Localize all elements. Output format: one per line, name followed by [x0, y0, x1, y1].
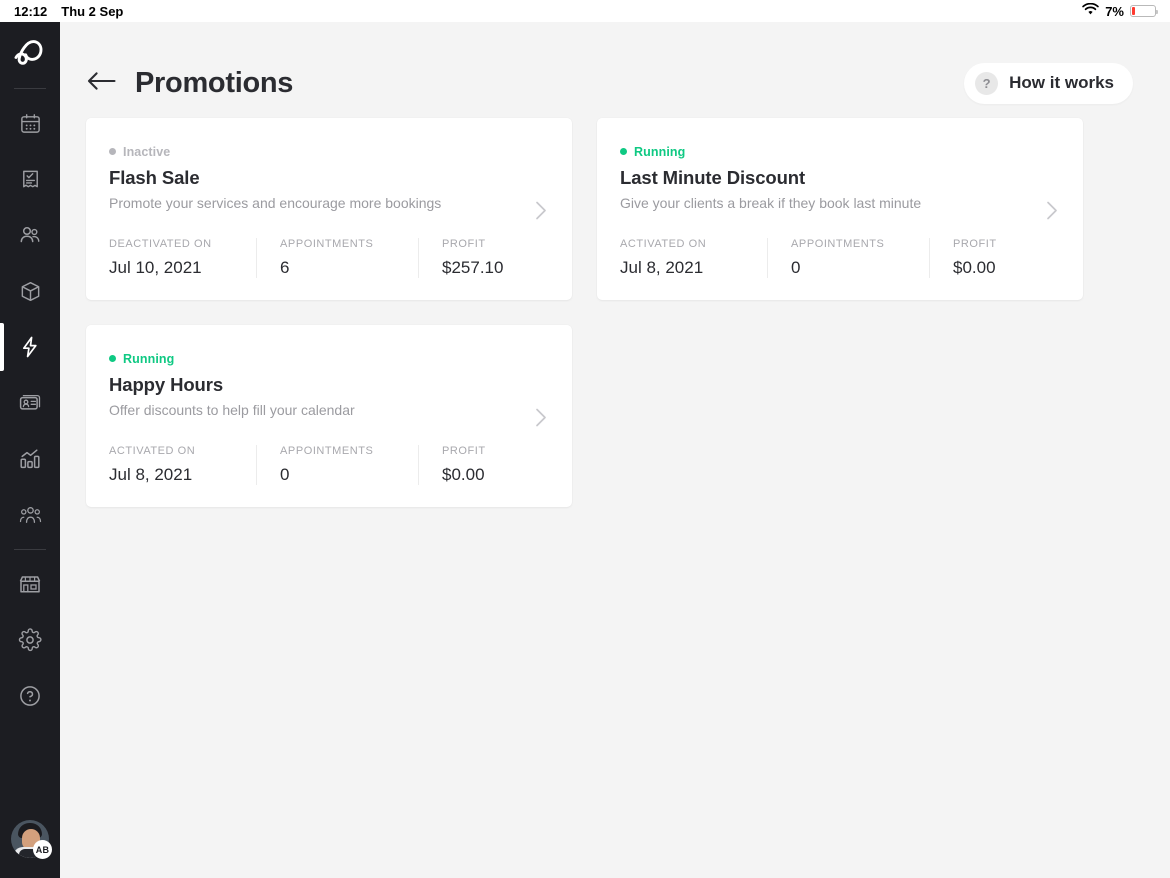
sidebar-divider-top: [14, 88, 46, 89]
stat-item: PROFIT $0.00: [929, 238, 1060, 278]
stat-label: ACTIVATED ON: [109, 445, 196, 457]
chevron-right-icon[interactable]: [1046, 201, 1058, 226]
status-dot-icon: [620, 148, 627, 155]
promotion-card[interactable]: Running Last Minute Discount Give your c…: [597, 118, 1083, 300]
stat-label: PROFIT: [442, 445, 486, 457]
stat-label: APPOINTMENTS: [791, 238, 885, 250]
wifi-icon: [1082, 2, 1099, 19]
page-header-left: Promotions: [87, 67, 293, 100]
package-icon: [19, 280, 42, 303]
status-label: Inactive: [123, 144, 171, 159]
user-avatar[interactable]: AB: [11, 820, 52, 859]
status-dot-icon: [109, 355, 116, 362]
promotion-title: Flash Sale: [109, 167, 200, 188]
status-date: Thu 2 Sep: [61, 3, 124, 19]
stat-label: APPOINTMENTS: [280, 238, 374, 250]
stat-value: 0: [280, 465, 290, 484]
status-label: Running: [123, 351, 175, 366]
stat-value: 6: [280, 258, 290, 277]
promotion-title: Happy Hours: [109, 374, 224, 395]
stat-item: PROFIT $0.00: [418, 445, 549, 485]
stat-item: PROFIT $257.10: [418, 238, 549, 278]
battery-percent: 7%: [1105, 3, 1124, 19]
status-time: 12:12: [14, 3, 48, 19]
sidebar-item-staff[interactable]: [0, 487, 60, 543]
avatar-initials-badge: AB: [33, 840, 52, 859]
staff-group-icon: [18, 503, 43, 527]
status-badge: Inactive: [109, 144, 549, 159]
sidebar-item-clients[interactable]: [0, 207, 60, 263]
how-it-works-button[interactable]: ? How it works: [964, 62, 1133, 104]
promotion-title: Last Minute Discount: [620, 167, 806, 188]
stat-value: Jul 8, 2021: [109, 465, 193, 484]
promotion-card[interactable]: Inactive Flash Sale Promote your service…: [86, 118, 572, 300]
main-content: Promotions ? How it works Inactive Flash…: [60, 22, 1170, 878]
calendar-icon: [19, 112, 42, 135]
sidebar-item-business[interactable]: [0, 556, 60, 612]
question-mark-icon: ?: [975, 71, 999, 95]
booksy-logo[interactable]: [0, 24, 60, 82]
status-badge: Running: [620, 144, 1060, 159]
stat-value: $0.00: [953, 258, 996, 277]
status-badge: Running: [109, 351, 549, 366]
sidebar: AB: [0, 22, 60, 878]
promotion-stats: ACTIVATED ON Jul 8, 2021 APPOINTMENTS 0 …: [620, 238, 1060, 278]
stat-value: $0.00: [442, 465, 485, 484]
status-dot-icon: [109, 148, 116, 155]
sidebar-item-checkout[interactable]: [0, 151, 60, 207]
status-bar: 12:12 Thu 2 Sep 7%: [0, 0, 1170, 22]
stat-value: Jul 10, 2021: [109, 258, 202, 277]
stat-item: APPOINTMENTS 0: [256, 445, 418, 485]
stat-item: APPOINTMENTS 0: [767, 238, 929, 278]
gear-icon: [18, 628, 42, 652]
status-bar-left: 12:12 Thu 2 Sep: [14, 4, 123, 19]
sidebar-item-promotions[interactable]: [0, 319, 60, 375]
page-title: Promotions: [135, 66, 294, 99]
stat-item: ACTIVATED ON Jul 8, 2021: [109, 445, 256, 485]
sidebar-divider-bottom: [14, 549, 46, 550]
promotion-description: Promote your services and encourage more…: [109, 195, 442, 211]
status-label: Running: [634, 144, 686, 159]
sidebar-item-marketing[interactable]: [0, 375, 60, 431]
app-root: 12:12 Thu 2 Sep 7% AB Promotions ? How i…: [0, 0, 1170, 878]
stat-item: DEACTIVATED ON Jul 10, 2021: [109, 238, 256, 278]
stat-label: DEACTIVATED ON: [109, 238, 212, 250]
storefront-icon: [18, 572, 42, 596]
question-circle-icon: [18, 684, 42, 708]
sidebar-item-statistics[interactable]: [0, 431, 60, 487]
sidebar-item-inventory[interactable]: [0, 263, 60, 319]
promotion-card[interactable]: Running Happy Hours Offer discounts to h…: [86, 325, 572, 507]
stat-value: $257.10: [442, 258, 504, 277]
stat-label: APPOINTMENTS: [280, 445, 374, 457]
promotion-description: Give your clients a break if they book l…: [620, 195, 922, 211]
lightning-bolt-icon: [18, 335, 42, 359]
stat-label: PROFIT: [953, 238, 997, 250]
back-arrow-icon[interactable]: [87, 71, 116, 96]
chevron-right-icon[interactable]: [535, 408, 547, 433]
stat-item: APPOINTMENTS 6: [256, 238, 418, 278]
promotion-stats: DEACTIVATED ON Jul 10, 2021 APPOINTMENTS…: [109, 238, 549, 278]
battery-fill: [1132, 7, 1136, 15]
sidebar-item-settings[interactable]: [0, 612, 60, 668]
stat-label: PROFIT: [442, 238, 486, 250]
bar-chart-icon: [18, 447, 42, 471]
chevron-right-icon[interactable]: [535, 201, 547, 226]
id-card-icon: [18, 391, 42, 415]
promotions-grid: Inactive Flash Sale Promote your service…: [60, 118, 1170, 507]
stat-item: ACTIVATED ON Jul 8, 2021: [620, 238, 767, 278]
stat-value: Jul 8, 2021: [620, 258, 704, 277]
status-bar-right: 7%: [1082, 2, 1159, 19]
page-header: Promotions ? How it works: [60, 22, 1170, 118]
promotion-description: Offer discounts to help fill your calend…: [109, 402, 355, 418]
clients-icon: [18, 223, 42, 247]
stat-value: 0: [791, 258, 801, 277]
receipt-check-icon: [19, 168, 42, 191]
sidebar-item-calendar[interactable]: [0, 95, 60, 151]
promotion-stats: ACTIVATED ON Jul 8, 2021 APPOINTMENTS 0 …: [109, 445, 549, 485]
stat-label: ACTIVATED ON: [620, 238, 707, 250]
battery-low-icon: [1130, 5, 1159, 17]
how-it-works-label: How it works: [1009, 73, 1114, 92]
sidebar-item-help[interactable]: [0, 668, 60, 724]
